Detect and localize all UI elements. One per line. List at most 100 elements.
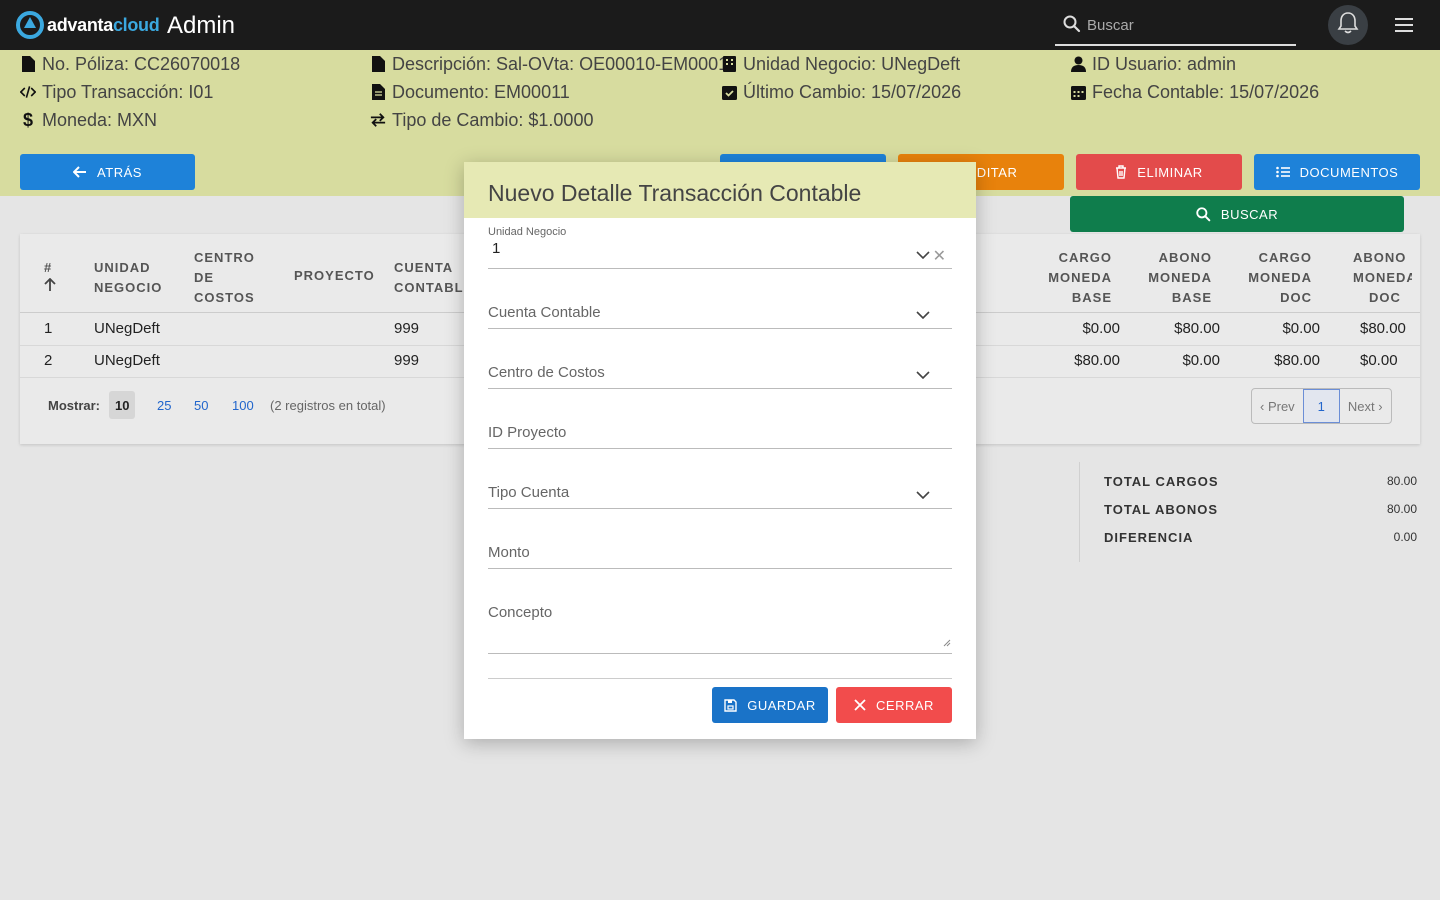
exchange-icon — [370, 111, 386, 129]
nuevo-detalle-modal: Nuevo Detalle Transacción Contable Unida… — [464, 162, 976, 739]
tipo-transaccion-text: Tipo Transacción: I01 — [42, 81, 214, 102]
info-ultimo-cambio: Último Cambio: 15/07/2026 — [721, 78, 961, 106]
user-icon — [1070, 55, 1086, 73]
page-size-25[interactable]: 25 — [151, 391, 177, 419]
unidad-negocio-label: Unidad Negocio — [488, 226, 567, 238]
next-page-button[interactable]: Next › — [1340, 389, 1391, 423]
clear-icon[interactable]: ✕ — [933, 246, 946, 266]
id-usuario-text: ID Usuario: admin — [1092, 53, 1237, 74]
total-registros: (2 registros en total) — [270, 398, 386, 413]
trash-icon — [1115, 165, 1127, 179]
diferencia-value: 0.00 — [1393, 530, 1417, 544]
col-header-proyecto[interactable]: PROYECTO — [294, 266, 375, 286]
guardar-button[interactable]: GUARDAR — [712, 687, 828, 723]
guardar-label: GUARDAR — [747, 697, 816, 713]
atras-button[interactable]: ATRÁS — [20, 154, 195, 190]
documentos-button[interactable]: DOCUMENTOS — [1254, 154, 1420, 190]
buscar-button[interactable]: BUSCAR — [1070, 196, 1404, 232]
concepto-textarea[interactable]: Concepto — [488, 604, 952, 654]
app-title: Admin — [167, 12, 236, 39]
info-tipo-cambio: Tipo de Cambio: $1.0000 — [370, 106, 593, 134]
close-icon — [854, 699, 866, 711]
cuenta-contable-select[interactable]: Cuenta Contable — [488, 304, 952, 329]
mostrar-label: Mostrar: — [48, 398, 101, 413]
col-header-cargo-moneda-doc[interactable]: CARGO MONEDA DOC — [1240, 248, 1312, 308]
modal-footer-divider — [488, 678, 952, 679]
logo-text-a: advanta — [47, 14, 113, 35]
total-cargos-label: TOTAL CARGOS — [1104, 474, 1219, 489]
resize-handle-icon[interactable] — [943, 634, 951, 652]
centro-costos-label: Centro de Costos — [488, 364, 605, 381]
centro-costos-select[interactable]: Centro de Costos — [488, 364, 952, 389]
prev-page-button[interactable]: ‹ Prev — [1252, 389, 1303, 423]
search-icon — [1063, 15, 1081, 38]
total-abonos-label: TOTAL ABONOS — [1104, 502, 1219, 517]
monto-field[interactable]: Monto — [488, 544, 952, 569]
col-header-unidad-negocio[interactable]: UNIDAD NEGOCIO — [94, 258, 162, 298]
atras-label: ATRÁS — [97, 164, 142, 180]
unidad-negocio-select[interactable]: Unidad Negocio 1 ✕ — [488, 226, 952, 269]
logo-text-b: cloud — [112, 14, 160, 35]
col-header-centro-costos[interactable]: CENTRO DE COSTOS — [194, 248, 255, 308]
cell-num: 1 — [44, 320, 53, 337]
info-fecha-contable: Fecha Contable: 15/07/2026 — [1070, 78, 1319, 106]
col-header-num[interactable]: # — [44, 258, 56, 298]
diferencia-label: DIFERENCIA — [1104, 530, 1194, 545]
page-size-100[interactable]: 100 — [226, 391, 260, 419]
tipo-cuenta-label: Tipo Cuenta — [488, 484, 570, 501]
buscar-label: BUSCAR — [1220, 206, 1279, 222]
documento-text: Documento: EM00011 — [392, 81, 570, 102]
info-unidad-negocio: Unidad Negocio: UNegDeft — [721, 50, 960, 78]
info-documento: Documento: EM00011 — [370, 78, 570, 106]
cell-cuenta: 999 — [394, 320, 420, 337]
col-header-abono-moneda-doc[interactable]: ABONO MONEDA DOC — [1353, 248, 1412, 308]
page-size-50[interactable]: 50 — [188, 391, 214, 419]
search-box — [1055, 8, 1296, 46]
id-proyecto-field[interactable]: ID Proyecto — [488, 424, 952, 449]
top-navbar: advantacloud Admin — [0, 0, 1440, 50]
page-size-10[interactable]: 10 — [109, 391, 136, 419]
unidad-negocio-value: 1 — [492, 240, 501, 257]
arrow-up-icon — [44, 277, 56, 298]
cell-cargo-doc: $80.00 — [1274, 352, 1320, 369]
info-tipo-transaccion: Tipo Transacción: I01 — [20, 78, 213, 106]
tipo-cuenta-select[interactable]: Tipo Cuenta — [488, 484, 952, 509]
col-header-cuenta-contable[interactable]: CUENTA CONTABLE — [394, 258, 473, 298]
save-icon — [724, 698, 737, 712]
file-icon — [370, 55, 386, 73]
col-header-cargo-moneda-base[interactable]: CARGO MONEDA BASE — [1040, 248, 1112, 308]
cell-abono-doc: $80.00 — [1360, 320, 1406, 337]
eliminar-button[interactable]: ELIMINAR — [1076, 154, 1242, 190]
info-descripcion: Descripción: Sal-OVta: OE00010-EM00011 — [370, 50, 737, 78]
chevron-down-icon[interactable] — [916, 366, 930, 384]
col-header-abono-moneda-base[interactable]: ABONO MONEDA BASE — [1140, 248, 1212, 308]
cell-unidad: UNegDeft — [94, 352, 160, 369]
cell-num: 2 — [44, 352, 53, 369]
ultimo-cambio-text: Último Cambio: 15/07/2026 — [743, 81, 962, 102]
page-1-button[interactable]: 1 — [1302, 389, 1340, 423]
file-icon — [20, 55, 36, 73]
chevron-down-icon[interactable] — [916, 486, 930, 504]
bell-icon — [1337, 11, 1359, 40]
search-icon — [1196, 206, 1211, 222]
chevron-down-icon[interactable] — [916, 246, 930, 264]
hamburger-menu-icon[interactable] — [1393, 15, 1415, 35]
search-input[interactable] — [1087, 14, 1287, 36]
chevron-down-icon[interactable] — [916, 306, 930, 324]
info-id-usuario: ID Usuario: admin — [1070, 50, 1236, 78]
poliza-text: No. Póliza: CC26070018 — [42, 53, 241, 74]
total-cargos-row: TOTAL CARGOS 80.00 — [1104, 474, 1417, 489]
cell-abono-base: $0.00 — [1182, 352, 1220, 369]
monto-label: Monto — [488, 544, 530, 561]
notifications-button[interactable] — [1328, 5, 1368, 45]
logo-icon — [16, 11, 44, 39]
id-proyecto-label: ID Proyecto — [488, 424, 567, 441]
diferencia-row: DIFERENCIA 0.00 — [1104, 530, 1417, 545]
total-abonos-row: TOTAL ABONOS 80.00 — [1104, 502, 1417, 517]
totals-panel: TOTAL CARGOS 80.00 TOTAL ABONOS 80.00 DI… — [1079, 462, 1420, 562]
advantacloud-logo[interactable]: advantacloud — [16, 11, 160, 39]
cell-cargo-doc: $0.00 — [1282, 320, 1320, 337]
cerrar-button[interactable]: CERRAR — [836, 687, 952, 723]
fecha-contable-text: Fecha Contable: 15/07/2026 — [1092, 81, 1320, 102]
descripcion-text: Descripción: Sal-OVta: OE00010-EM00011 — [392, 53, 737, 74]
